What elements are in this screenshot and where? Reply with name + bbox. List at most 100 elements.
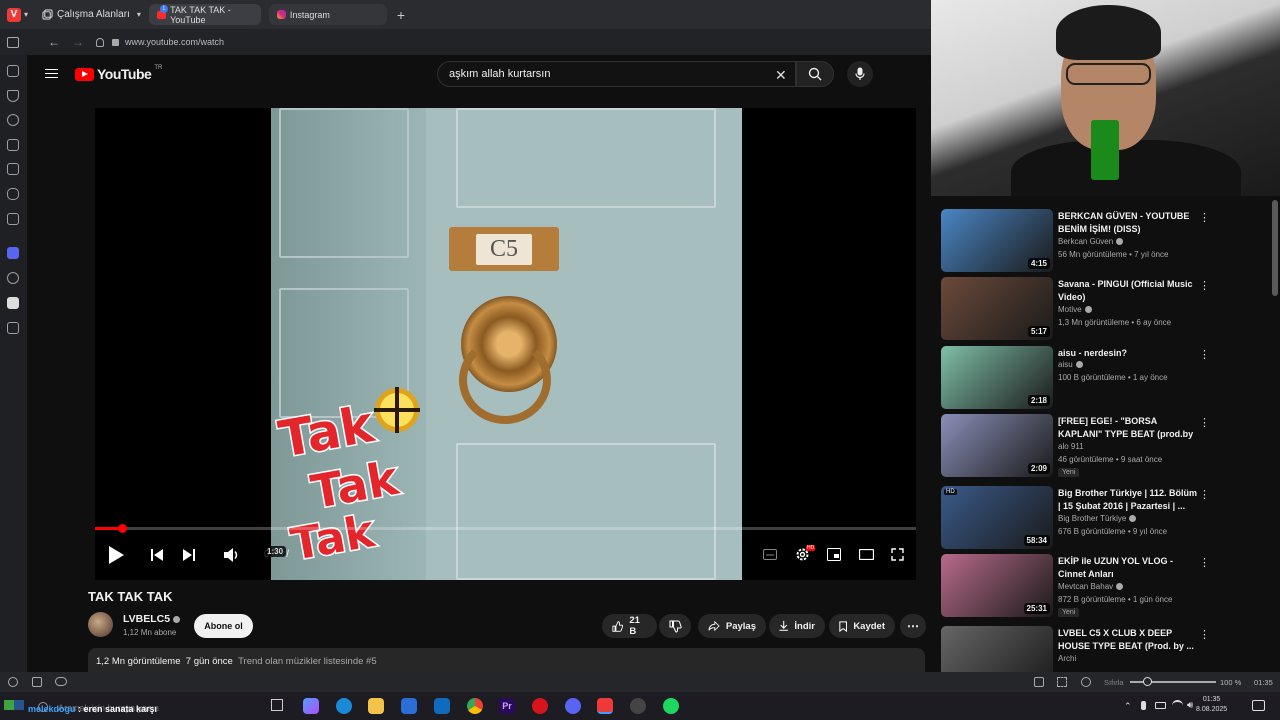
voice-search-button[interactable] (847, 61, 873, 87)
recommendation-title[interactable]: Savana - PINGUI (Official Music Video) (1058, 278, 1198, 303)
recommendation-thumbnail[interactable]: 25:31 (941, 554, 1053, 617)
tab-youtube[interactable]: 1 TAK TAK TAK - YouTube (148, 4, 261, 25)
windows-start-icon[interactable] (4, 700, 14, 710)
volume-icon[interactable] (223, 547, 241, 563)
recommendation-item[interactable]: 2:18 aisu - nerdesin? aisu 100 B görüntülem… (941, 346, 1271, 412)
scrubber-handle[interactable] (118, 524, 127, 533)
recommendation-channel[interactable]: alo 911 (1058, 442, 1084, 451)
wikipedia-icon[interactable] (7, 297, 19, 309)
more-vertical-icon[interactable]: ⋮ (1199, 348, 1210, 361)
bookmarks-icon[interactable] (7, 65, 19, 77)
reading-list-icon[interactable] (7, 188, 19, 200)
mic-tray-icon[interactable] (1141, 701, 1146, 710)
store-icon[interactable] (401, 698, 417, 714)
notifications-icon[interactable] (1252, 700, 1265, 711)
file-explorer-icon[interactable] (368, 698, 384, 714)
notes-icon[interactable] (7, 139, 19, 151)
save-button[interactable]: Kaydet (829, 614, 895, 638)
history-icon[interactable] (7, 114, 19, 126)
more-vertical-icon[interactable]: ⋮ (1199, 211, 1210, 224)
show-hidden-icons-icon[interactable]: ⌃ (1124, 701, 1132, 712)
forward-icon[interactable]: → (72, 35, 84, 49)
tab-instagram[interactable]: Instagram (268, 4, 387, 25)
more-vertical-icon[interactable]: ⋮ (1199, 488, 1210, 501)
workspaces-button[interactable]: Çalışma Alanları ▾ (42, 9, 141, 20)
progress-bar[interactable] (95, 527, 916, 530)
recommendation-title[interactable]: EKİP ile UZUN YOL VLOG - Cinnet Anları (1058, 555, 1198, 580)
recommendation-channel[interactable]: Mevtcan Bahav (1058, 582, 1124, 591)
add-panel-icon[interactable] (7, 322, 19, 334)
video-frame[interactable]: C5 Tak Tak Tak (271, 108, 742, 580)
new-tab-button[interactable]: + (397, 7, 405, 23)
translate-icon[interactable] (7, 163, 19, 175)
address-input[interactable]: www.youtube.com/watch (125, 37, 224, 47)
previous-icon[interactable] (150, 548, 164, 562)
panel-toggle-icon[interactable] (8, 677, 18, 687)
clear-search-icon[interactable]: ✕ (775, 67, 787, 84)
outlook-icon[interactable] (434, 698, 450, 714)
mastodon-icon[interactable] (7, 247, 19, 259)
obs-icon[interactable] (630, 698, 646, 714)
tiling-icon[interactable] (32, 677, 42, 687)
channel-avatar[interactable] (88, 612, 113, 637)
like-button[interactable]: 21 B (602, 614, 657, 638)
recommendation-title[interactable]: aisu - nerdesin? (1058, 347, 1198, 360)
site-info-icon[interactable] (96, 37, 104, 47)
recommendation-item[interactable]: 4:15 BERKCAN GÜVEN - YOUTUBE BENİM İŞİM! … (941, 209, 1271, 275)
recommendation-item[interactable]: 25:31 EKİP ile UZUN YOL VLOG - Cinnet Anl… (941, 554, 1271, 620)
fullscreen-icon[interactable] (891, 548, 904, 561)
volume-tray-icon[interactable]: 🔊︎ (1187, 700, 1193, 711)
recommendation-channel[interactable]: aisu (1058, 360, 1083, 369)
search-button[interactable] (796, 61, 834, 87)
channel-name[interactable]: LVBELC5 (123, 613, 181, 625)
capture-icon[interactable] (7, 213, 19, 225)
zoom-reset-button[interactable]: Sıfırla (1104, 678, 1124, 687)
download-button[interactable]: İndir (769, 614, 825, 638)
reload-status-icon[interactable] (1081, 677, 1091, 687)
opera-icon[interactable] (532, 698, 548, 714)
dislike-button[interactable] (659, 614, 691, 638)
more-vertical-icon[interactable]: ⋮ (1199, 628, 1210, 641)
battery-icon[interactable] (1155, 702, 1166, 709)
web-panel-icon[interactable] (7, 272, 19, 284)
capture-icon[interactable] (1034, 677, 1044, 687)
search-input[interactable]: aşkım allah kurtarsın (437, 61, 796, 87)
subscribe-button[interactable]: Abone ol (194, 614, 253, 638)
recommendation-title[interactable]: [FREE] EGE! - "BORSA KAPLANI" TYPE BEAT … (1058, 415, 1198, 441)
theater-mode-icon[interactable] (859, 549, 874, 560)
recommendation-thumbnail[interactable]: 4:15 (941, 209, 1053, 272)
recommendation-item[interactable]: 5:17 Savana - PINGUI (Official Music Vide… (941, 277, 1271, 343)
recommendation-thumbnail[interactable]: 58:34 HD (941, 486, 1053, 549)
more-vertical-icon[interactable]: ⋮ (1199, 556, 1210, 569)
panel-toggle-icon[interactable] (7, 36, 19, 48)
recommendation-thumbnail[interactable]: 5:17 (941, 277, 1053, 340)
recommendation-channel[interactable]: Big Brother Türkiye (1058, 514, 1137, 523)
task-view-icon[interactable] (271, 699, 283, 711)
recommendation-item[interactable]: 2:09 [FREE] EGE! - "BORSA KAPLANI" TYPE B… (941, 414, 1271, 480)
subtitles-icon[interactable] (763, 549, 777, 560)
taskbar-clock[interactable]: 01:35 8.08.2025 (1196, 695, 1227, 715)
recommendation-title[interactable]: Big Brother Türkiye | 112. Bölüm | 15 Şu… (1058, 487, 1198, 512)
copilot-icon[interactable] (303, 698, 319, 714)
vivaldi-taskbar-icon[interactable] (597, 698, 613, 714)
more-vertical-icon[interactable]: ⋮ (1199, 416, 1210, 429)
page-actions-icon[interactable] (1057, 677, 1067, 687)
downloads-icon[interactable] (7, 90, 19, 102)
description-box[interactable]: 1,2 Mn görüntüleme 7 gün önce Trend olan… (88, 648, 925, 672)
zoom-slider-thumb[interactable] (1143, 677, 1152, 686)
back-icon[interactable]: ← (48, 35, 60, 49)
recommendation-title[interactable]: LVBEL C5 X CLUB X DEEP HOUSE TYPE BEAT (… (1058, 627, 1198, 652)
discord-icon[interactable] (565, 698, 581, 714)
more-vertical-icon[interactable]: ⋮ (1199, 279, 1210, 292)
spotify-icon[interactable] (663, 698, 679, 714)
recommendation-item[interactable]: 58:34 HD Big Brother Türkiye | 112. Bölüm … (941, 486, 1271, 552)
vivaldi-menu-icon[interactable]: V (7, 7, 21, 22)
more-actions-button[interactable]: ⋯ (900, 614, 926, 638)
recommendation-thumbnail[interactable]: 2:09 (941, 414, 1053, 477)
premiere-icon[interactable]: Pr (499, 698, 515, 714)
recommendation-channel[interactable]: Berkcan Güven (1058, 237, 1124, 246)
scrollbar[interactable] (1272, 200, 1278, 296)
recommendation-thumbnail[interactable]: 2:18 (941, 346, 1053, 409)
edge-icon[interactable] (336, 698, 352, 714)
recommendation-channel[interactable]: Motive (1058, 305, 1092, 314)
